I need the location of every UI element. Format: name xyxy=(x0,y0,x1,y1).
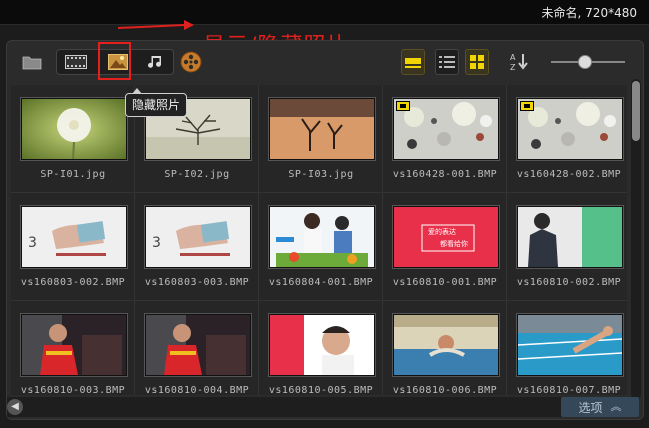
media-thumbnail[interactable] xyxy=(517,314,623,376)
thumbnail-image: 3 xyxy=(146,207,250,267)
grid-view-icon xyxy=(470,55,484,69)
thumbnail-image xyxy=(146,315,250,375)
large-thumbnail-view-button[interactable] xyxy=(401,49,425,75)
media-thumbnail[interactable] xyxy=(21,314,127,376)
media-thumbnail[interactable] xyxy=(393,314,499,376)
list-view-icon xyxy=(439,56,455,68)
media-thumbnail[interactable] xyxy=(393,98,499,160)
media-filename: vs160803-002.BMP xyxy=(20,277,126,288)
video-badge-icon xyxy=(520,101,534,111)
film-reel-icon xyxy=(180,51,202,73)
media-item[interactable]: vs160810-005.BMP xyxy=(259,301,383,395)
media-filename: SP-I03.jpg xyxy=(288,169,354,180)
video-filter-button[interactable] xyxy=(59,49,93,75)
svg-text:3: 3 xyxy=(152,235,161,251)
thumbnail-image xyxy=(270,207,374,267)
media-filename: vs160803-003.BMP xyxy=(144,277,250,288)
red-card-text-line-1: 爱的表达 xyxy=(428,228,456,236)
media-thumbnail[interactable]: 爱的表达都看给你 xyxy=(393,206,499,268)
media-filename: vs160810-004.BMP xyxy=(144,385,250,395)
large-thumbnail-view-icon xyxy=(405,58,421,68)
media-filename: vs160810-001.BMP xyxy=(392,277,498,288)
sort-az-icon: A Z xyxy=(510,53,528,72)
media-thumbnail[interactable]: 3 xyxy=(21,206,127,268)
media-item[interactable]: SP-I01.jpg xyxy=(11,85,135,193)
svg-text:Z: Z xyxy=(510,63,516,72)
hide-photos-tooltip: 隐藏照片 xyxy=(125,88,188,117)
video-filter-icon xyxy=(65,55,87,69)
media-filename: vs160810-005.BMP xyxy=(268,385,374,395)
media-thumbnail[interactable] xyxy=(517,206,623,268)
svg-text:A: A xyxy=(510,53,516,62)
grid-view-button[interactable] xyxy=(465,49,489,75)
media-filename: vs160428-001.BMP xyxy=(392,169,498,180)
thumbnail-image xyxy=(22,315,126,375)
media-item[interactable]: vs160804-001.BMP xyxy=(259,193,383,301)
folder-icon xyxy=(22,56,42,70)
zoom-slider-handle[interactable] xyxy=(578,55,592,69)
audio-filter-icon xyxy=(148,56,162,68)
media-thumbnail[interactable] xyxy=(269,314,375,376)
library-panel: A Z SP-I01.jpg SP-I02.jpg SP-I03.jpg vs1604… xyxy=(6,40,644,420)
film-reel-button[interactable] xyxy=(179,49,203,75)
thumbnail-image xyxy=(394,207,498,267)
chevron-left-icon[interactable]: ◀ xyxy=(7,399,23,415)
media-filename: vs160810-007.BMP xyxy=(516,385,622,395)
svg-text:3: 3 xyxy=(28,235,37,251)
folder-button[interactable] xyxy=(21,49,43,75)
media-filename: vs160804-001.BMP xyxy=(268,277,374,288)
thumbnail-image xyxy=(270,315,374,375)
media-item[interactable]: vs160810-002.BMP xyxy=(507,193,627,301)
options-button[interactable]: 选项 ︽ xyxy=(561,397,639,417)
media-item[interactable]: vs160428-001.BMP xyxy=(383,85,507,193)
thumbnail-image xyxy=(22,99,126,159)
media-filename: vs160810-003.BMP xyxy=(20,385,126,395)
options-label: 选项 xyxy=(578,400,603,415)
video-badge-icon xyxy=(396,101,410,111)
red-card-text-line-2: 都看给你 xyxy=(440,240,468,248)
project-title: 未命名, 720*480 xyxy=(541,6,637,20)
media-item[interactable]: vs160428-002.BMP xyxy=(507,85,627,193)
media-item[interactable]: vs160810-006.BMP xyxy=(383,301,507,395)
media-item[interactable]: vs160810-003.BMP xyxy=(11,301,135,395)
media-item[interactable]: 3 vs160803-002.BMP xyxy=(11,193,135,301)
thumbnail-image xyxy=(394,315,498,375)
thumbnail-image xyxy=(518,315,622,375)
media-item[interactable]: 爱的表达都看给你 vs160810-001.BMP xyxy=(383,193,507,301)
media-item[interactable]: vs160810-004.BMP xyxy=(135,301,259,395)
media-item[interactable]: SP-I03.jpg xyxy=(259,85,383,193)
media-filename: vs160810-002.BMP xyxy=(516,277,622,288)
media-thumbnail[interactable] xyxy=(517,98,623,160)
thumbnail-image xyxy=(270,99,374,159)
thumbnail-image: 3 xyxy=(22,207,126,267)
media-filename: vs160428-002.BMP xyxy=(516,169,622,180)
vertical-scroll-thumb[interactable] xyxy=(632,81,640,141)
media-thumbnail[interactable] xyxy=(269,98,375,160)
title-bar: 未命名, 720*480 xyxy=(0,0,649,25)
media-filename: SP-I02.jpg xyxy=(164,169,230,180)
media-item[interactable]: vs160810-007.BMP xyxy=(507,301,627,395)
media-item[interactable]: 3 vs160803-003.BMP xyxy=(135,193,259,301)
vertical-scrollbar[interactable] xyxy=(631,79,641,399)
audio-filter-button[interactable] xyxy=(141,49,171,75)
list-view-button[interactable] xyxy=(435,49,459,75)
media-thumbnail[interactable] xyxy=(269,206,375,268)
media-grid: SP-I01.jpg SP-I02.jpg SP-I03.jpg vs160428-0… xyxy=(11,85,627,395)
media-thumbnail[interactable]: 3 xyxy=(145,206,251,268)
media-filename: SP-I01.jpg xyxy=(40,169,106,180)
media-thumbnail[interactable] xyxy=(145,314,251,376)
double-chevron-up-icon: ︽ xyxy=(610,400,622,413)
annotation-highlight-box xyxy=(98,42,131,80)
sort-button[interactable]: A Z xyxy=(507,49,533,75)
thumbnail-image xyxy=(518,207,622,267)
horizontal-scrollbar[interactable]: ◀ xyxy=(7,397,567,417)
media-thumbnail[interactable] xyxy=(21,98,127,160)
media-filename: vs160810-006.BMP xyxy=(392,385,498,395)
